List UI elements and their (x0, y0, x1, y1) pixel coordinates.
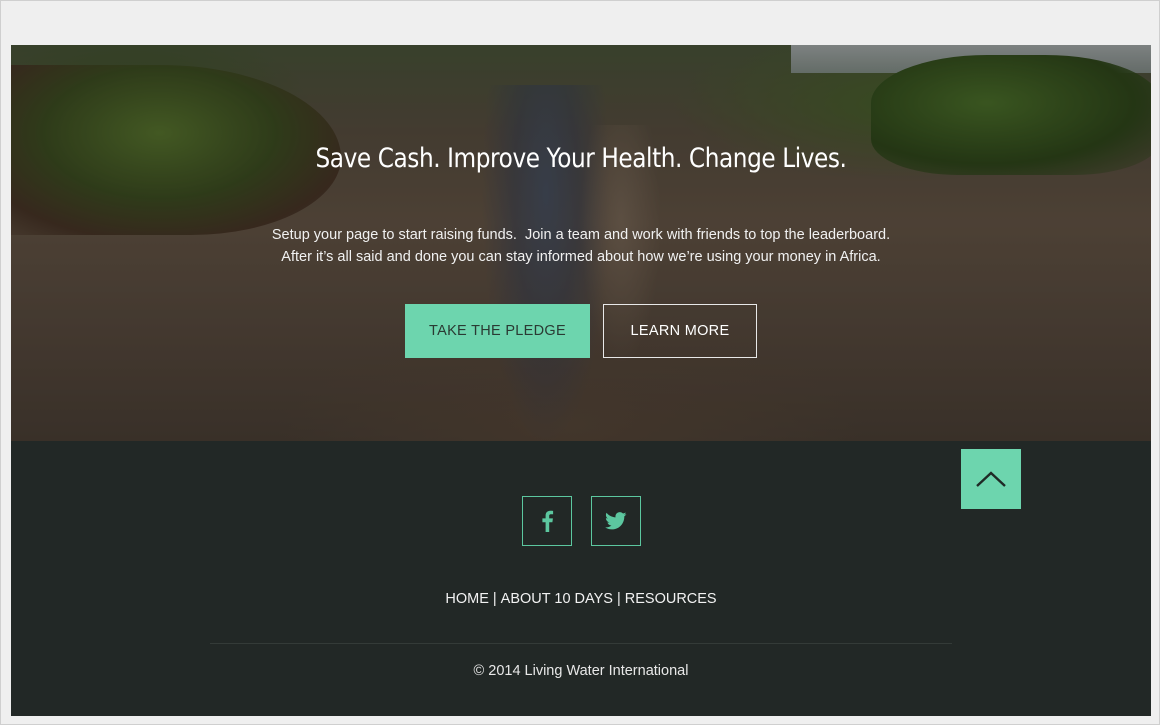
facebook-icon (542, 510, 554, 532)
footer-link-home[interactable]: HOME (445, 591, 489, 607)
footer-divider (210, 643, 952, 644)
chevron-up-icon (976, 471, 1006, 487)
browser-frame: Save Cash. Improve Your Health. Change L… (0, 0, 1160, 725)
twitter-button[interactable] (591, 496, 641, 546)
page-viewport: Save Cash. Improve Your Health. Change L… (11, 45, 1151, 716)
learn-more-button[interactable]: LEARN MORE (603, 304, 757, 358)
footer-nav: HOME | ABOUT 10 DAYS | RESOURCES (11, 591, 1151, 607)
hero-subtitle-line-2: After it’s all said and done you can sta… (281, 249, 881, 265)
hero-section: Save Cash. Improve Your Health. Change L… (11, 45, 1151, 441)
copyright-text: © 2014 Living Water International (473, 663, 689, 679)
footer: HOME | ABOUT 10 DAYS | RESOURCES © 2014 Livi… (11, 441, 1151, 716)
footer-nav-separator: | (616, 591, 621, 607)
footer-nav-separator: | (492, 591, 497, 607)
facebook-button[interactable] (522, 496, 572, 546)
take-the-pledge-button[interactable]: TAKE THE PLEDGE (405, 304, 590, 358)
back-to-top-button[interactable] (961, 449, 1021, 509)
twitter-icon (605, 512, 627, 530)
hero-subtitle-line-1: Setup your page to start raising funds. … (271, 227, 891, 243)
footer-link-resources[interactable]: RESOURCES (625, 591, 717, 607)
hero-subtitle: Setup your page to start raising funds. … (11, 224, 1151, 268)
footer-link-about[interactable]: ABOUT 10 DAYS (501, 591, 613, 607)
hero-title: Save Cash. Improve Your Health. Change L… (315, 143, 847, 174)
